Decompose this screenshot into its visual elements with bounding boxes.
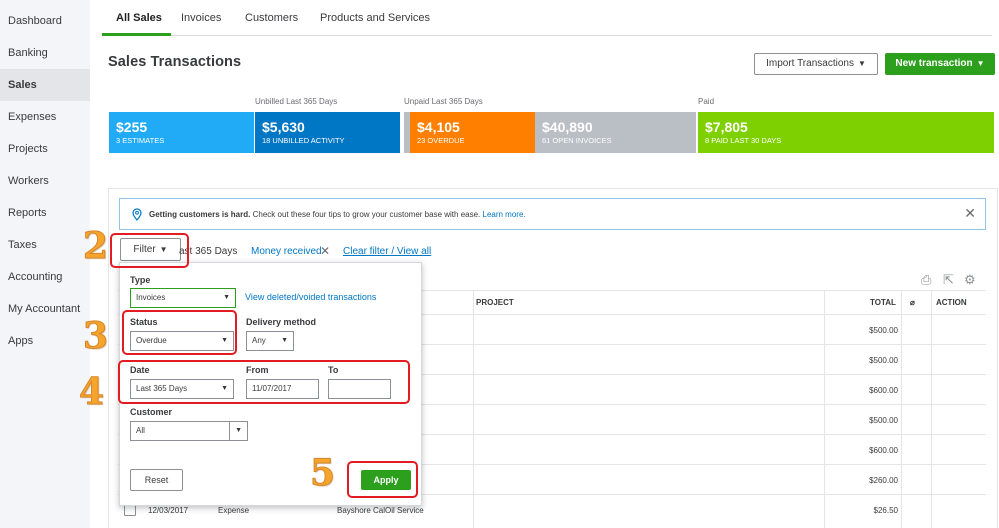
import-transactions-label: Import Transactions <box>766 58 854 69</box>
clear-filter-link[interactable]: Clear filter / View all <box>343 246 431 257</box>
estimates-amount: $255 <box>116 119 148 135</box>
row-total: $500.00 <box>869 356 898 365</box>
highlight-status <box>122 310 237 355</box>
sidebar-item-dashboard[interactable]: Dashboard <box>0 5 90 37</box>
sidebar-item-apps[interactable]: Apps <box>0 325 90 357</box>
row-total: $600.00 <box>869 386 898 395</box>
highlight-filter-button <box>110 233 189 268</box>
customer-combobox[interactable]: All ▼ <box>130 421 248 441</box>
type-select-value: Invoices <box>136 293 166 302</box>
unbilled-amount: $5,630 <box>262 119 305 135</box>
reset-button[interactable]: Reset <box>130 469 183 491</box>
delivery-method-label: Delivery method <box>246 317 317 327</box>
sidebar-item-projects[interactable]: Projects <box>0 133 90 165</box>
banner-text: Getting customers is hard. Check out the… <box>149 210 526 219</box>
banner-bold-text: Getting customers is hard. <box>149 210 251 219</box>
new-transaction-button[interactable]: New transaction ▼ <box>885 53 995 75</box>
open-invoices-block[interactable]: $40,890 61 OPEN INVOICES <box>535 112 696 153</box>
view-deleted-link[interactable]: View deleted/voided transactions <box>245 292 376 302</box>
tab-invoices[interactable]: Invoices <box>181 12 221 24</box>
col-divider <box>901 290 902 528</box>
type-select[interactable]: Invoices ▼ <box>130 288 236 308</box>
customer-label: Customer <box>130 407 173 417</box>
column-header-project[interactable]: PROJECT <box>476 298 514 307</box>
overdue-amount: $4,105 <box>417 119 460 135</box>
sidebar-item-expenses[interactable]: Expenses <box>0 101 90 133</box>
paid-label: Paid <box>698 97 715 106</box>
sidebar-item-banking[interactable]: Banking <box>0 37 90 69</box>
column-header-total[interactable]: TOTAL <box>870 298 896 307</box>
tab-products-and-services[interactable]: Products and Services <box>320 12 430 24</box>
unbilled-activity-block[interactable]: $5,630 18 UNBILLED ACTIVITY <box>255 112 400 153</box>
attachment-icon: ⌀ <box>910 298 915 307</box>
sidebar-item-taxes[interactable]: Taxes <box>0 229 90 261</box>
row-date: 12/03/2017 <box>148 506 189 515</box>
col-divider <box>824 290 825 528</box>
unpaid-label: Unpaid Last 365 Days <box>404 97 483 106</box>
close-icon[interactable]: ✕ <box>964 205 976 222</box>
col-divider <box>473 290 474 528</box>
step-number-3: 3 <box>82 315 109 357</box>
type-label: Type <box>130 275 151 285</box>
customer-combobox-value: All <box>136 426 145 435</box>
combobox-divider <box>229 422 230 440</box>
tips-banner: Getting customers is hard. Check out the… <box>119 198 986 230</box>
row-type: Expense <box>218 506 250 515</box>
sidebar-item-reports[interactable]: Reports <box>0 197 90 229</box>
tab-all-sales[interactable]: All Sales <box>116 12 162 24</box>
col-divider <box>931 290 932 528</box>
step-number-5: 5 <box>309 452 336 494</box>
overdue-block[interactable]: $4,105 23 OVERDUE <box>410 112 535 153</box>
estimates-caption: 3 ESTIMATES <box>116 136 165 145</box>
paid-caption: 8 PAID LAST 30 DAYS <box>705 136 782 145</box>
chevron-down-icon: ▼ <box>223 294 230 301</box>
column-header-action[interactable]: ACTION <box>936 298 967 307</box>
money-received-filter[interactable]: Money received <box>251 246 322 257</box>
highlight-apply-button <box>347 461 418 498</box>
row-name: Bayshore CalOil Service <box>337 506 424 515</box>
delivery-method-select[interactable]: Any ▼ <box>246 331 294 351</box>
step-number-4: 4 <box>78 371 105 413</box>
overdue-caption: 23 OVERDUE <box>417 136 465 145</box>
active-tab-indicator <box>102 33 171 36</box>
sidebar-item-workers[interactable]: Workers <box>0 165 90 197</box>
tab-bar: All Sales Invoices Customers Products an… <box>102 0 992 36</box>
chevron-down-icon: ▼ <box>235 427 242 434</box>
unbilled-label: Unbilled Last 365 Days <box>255 97 338 106</box>
open-invoices-amount: $40,890 <box>542 119 593 135</box>
new-transaction-label: New transaction <box>895 58 973 69</box>
sidebar-nav: Dashboard Banking Sales Expenses Project… <box>0 0 90 528</box>
import-transactions-button[interactable]: Import Transactions ▼ <box>754 53 878 75</box>
main-content: All Sales Invoices Customers Products an… <box>90 0 999 528</box>
sidebar-item-sales[interactable]: Sales <box>0 69 90 101</box>
gear-icon[interactable]: ⚙ <box>964 272 976 288</box>
unbilled-caption: 18 UNBILLED ACTIVITY <box>262 136 345 145</box>
export-icon[interactable]: ⇱ <box>943 272 954 288</box>
row-total: $600.00 <box>869 446 898 455</box>
sidebar-item-my-accountant[interactable]: My Accountant <box>0 293 90 325</box>
row-total: $500.00 <box>869 416 898 425</box>
chevron-down-icon: ▼ <box>281 337 288 344</box>
chevron-down-icon: ▼ <box>857 59 866 68</box>
banner-body-text: Check out these four tips to grow your c… <box>252 210 481 219</box>
delivery-method-value: Any <box>252 336 266 345</box>
highlight-date-range <box>118 360 410 404</box>
row-total: $260.00 <box>869 476 898 485</box>
row-total: $26.50 <box>873 506 898 515</box>
print-icon[interactable]: ⎙ <box>921 272 931 288</box>
paid-amount: $7,805 <box>705 119 748 135</box>
step-number-2: 2 <box>82 225 109 267</box>
page-title: Sales Transactions <box>108 54 242 70</box>
chevron-down-icon: ▼ <box>976 59 985 68</box>
estimates-block[interactable]: $255 3 ESTIMATES <box>109 112 254 153</box>
tab-customers[interactable]: Customers <box>245 12 298 24</box>
location-pin-icon <box>132 208 142 221</box>
row-total: $500.00 <box>869 326 898 335</box>
open-invoices-caption: 61 OPEN INVOICES <box>542 136 612 145</box>
remove-filter-icon[interactable]: ✕ <box>320 244 330 258</box>
sidebar-item-accounting[interactable]: Accounting <box>0 261 90 293</box>
paid-block[interactable]: $7,805 8 PAID LAST 30 DAYS <box>698 112 994 153</box>
learn-more-link[interactable]: Learn more. <box>483 210 526 219</box>
